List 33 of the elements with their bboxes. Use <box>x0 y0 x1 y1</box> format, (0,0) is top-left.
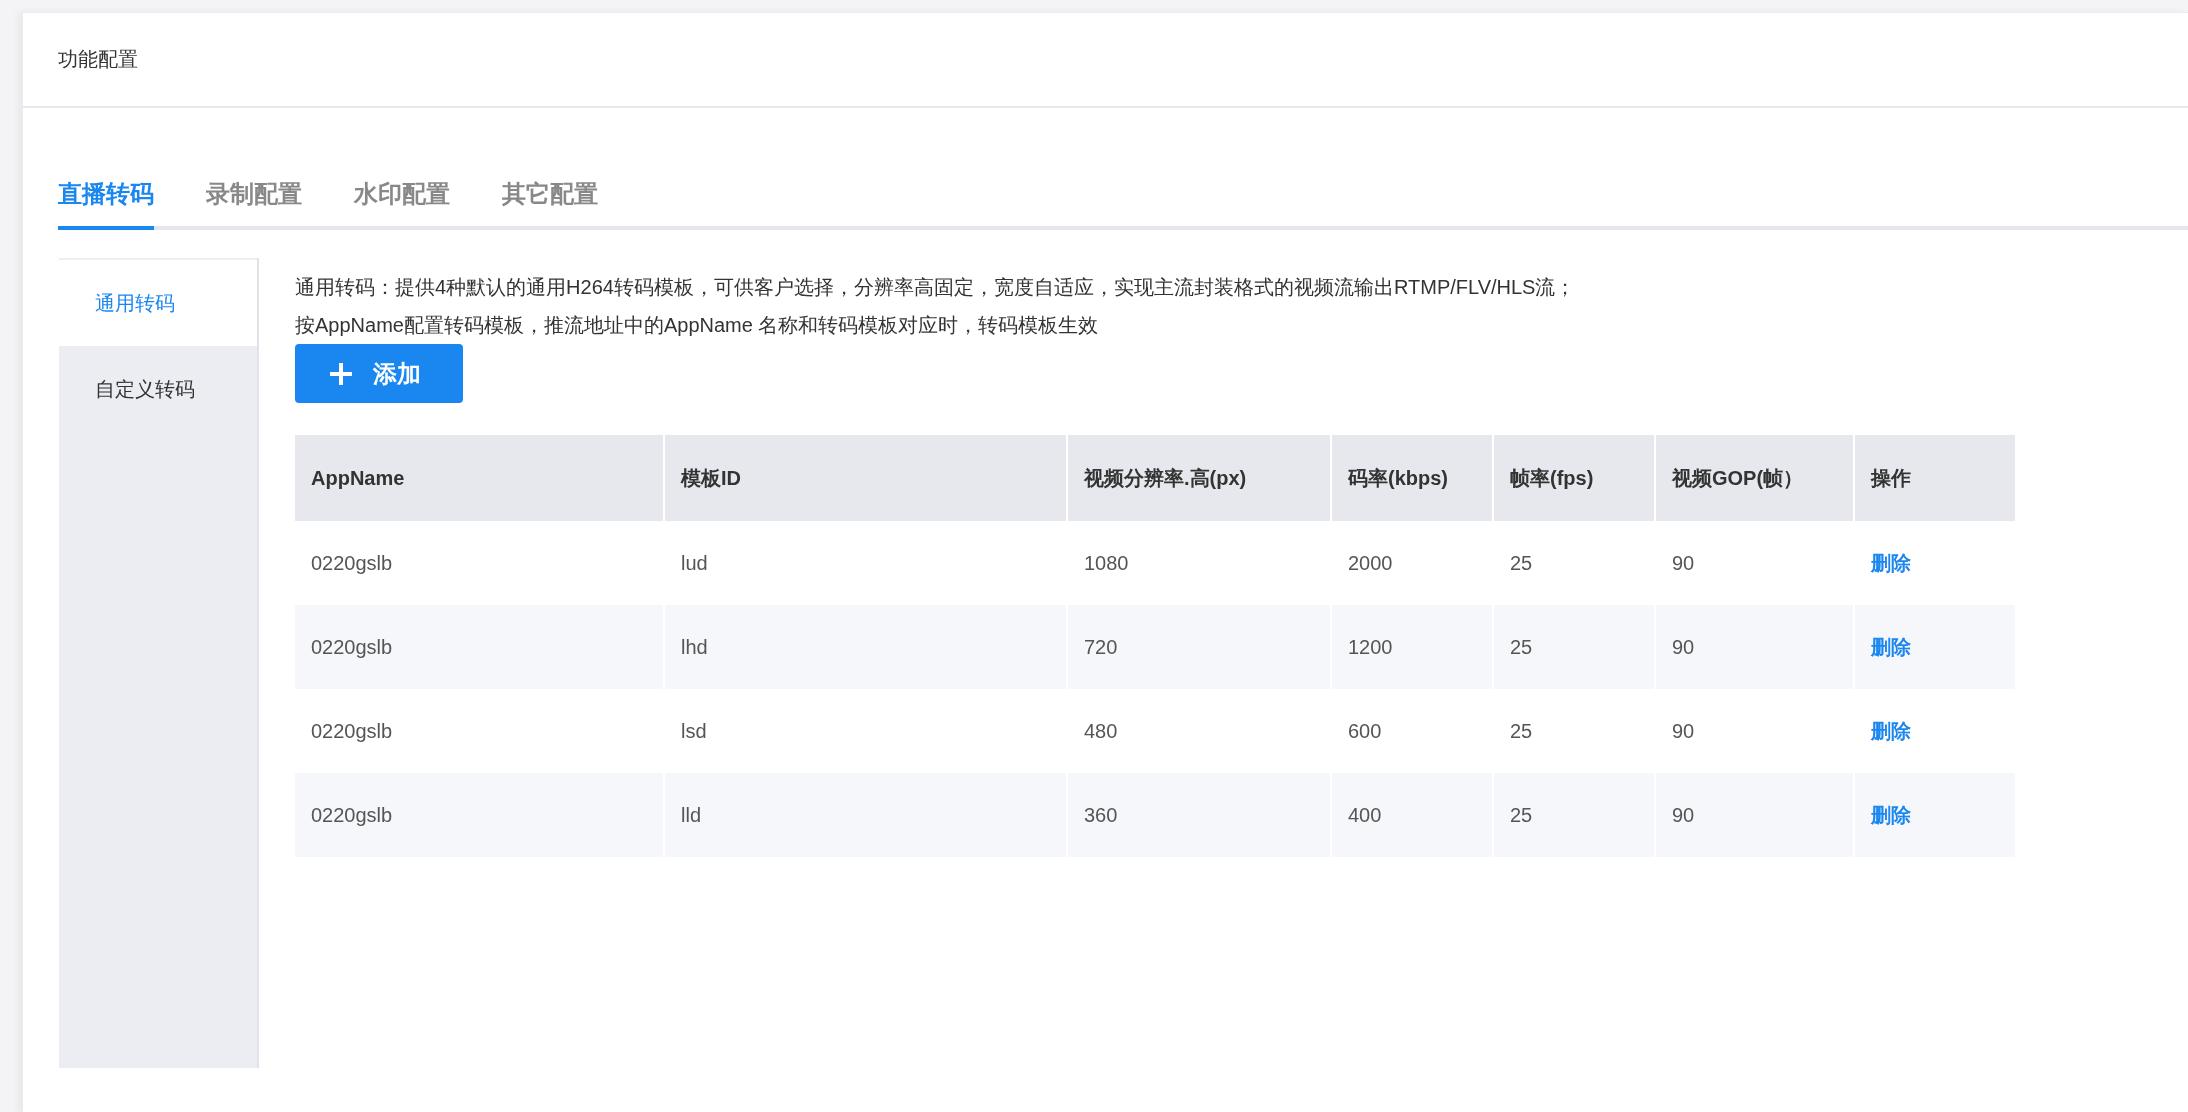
delete-link[interactable]: 删除 <box>1871 717 1911 745</box>
column-header: 模板ID <box>665 435 1066 521</box>
column-header: 视频GOP(帧） <box>1656 435 1853 521</box>
delete-link[interactable]: 删除 <box>1871 633 1911 661</box>
plus-icon <box>329 361 353 386</box>
add-button[interactable]: 添加 <box>295 344 463 403</box>
table-cell: 90 <box>1656 605 1853 689</box>
description-text: 通用转码：提供4种默认的通用H264转码模板，可供客户选择，分辨率高固定，宽度自适应，实现主流封装格式的视频流输出RTMP/FLV/HLS流； <box>295 275 1577 300</box>
table-cell: 1200 <box>1332 605 1492 689</box>
sidebar-item[interactable]: 通用转码 <box>59 258 257 346</box>
table-cell: 0220gslb <box>295 773 663 857</box>
column-header: 帧率(fps) <box>1494 435 1654 521</box>
column-header: 码率(kbps) <box>1332 435 1492 521</box>
table-cell: 0220gslb <box>295 605 663 689</box>
tab[interactable]: 直播转码 <box>58 164 154 230</box>
table-cell: 90 <box>1656 773 1853 857</box>
table-cell: lld <box>665 773 1066 857</box>
table-cell: 720 <box>1068 605 1330 689</box>
delete-link[interactable]: 删除 <box>1871 549 1911 577</box>
column-header: 操作 <box>1855 435 2015 521</box>
table-cell: 25 <box>1494 605 1654 689</box>
panel-title: 功能配置 <box>23 13 2188 108</box>
table-cell: lhd <box>665 605 1066 689</box>
table-cell: 25 <box>1494 773 1654 857</box>
column-header: 视频分辨率.高(px) <box>1068 435 1330 521</box>
tab[interactable]: 录制配置 <box>206 164 302 230</box>
table-cell: 360 <box>1068 773 1330 857</box>
table-cell: 400 <box>1332 773 1492 857</box>
column-header: AppName <box>295 435 663 521</box>
description-text: 按AppName配置转码模板，推流地址中的AppName 名称和转码模板对应时，转码模板生效 <box>295 313 1100 338</box>
delete-link[interactable]: 删除 <box>1871 801 1911 829</box>
tab[interactable]: 其它配置 <box>502 164 598 230</box>
tab[interactable]: 水印配置 <box>354 164 450 230</box>
